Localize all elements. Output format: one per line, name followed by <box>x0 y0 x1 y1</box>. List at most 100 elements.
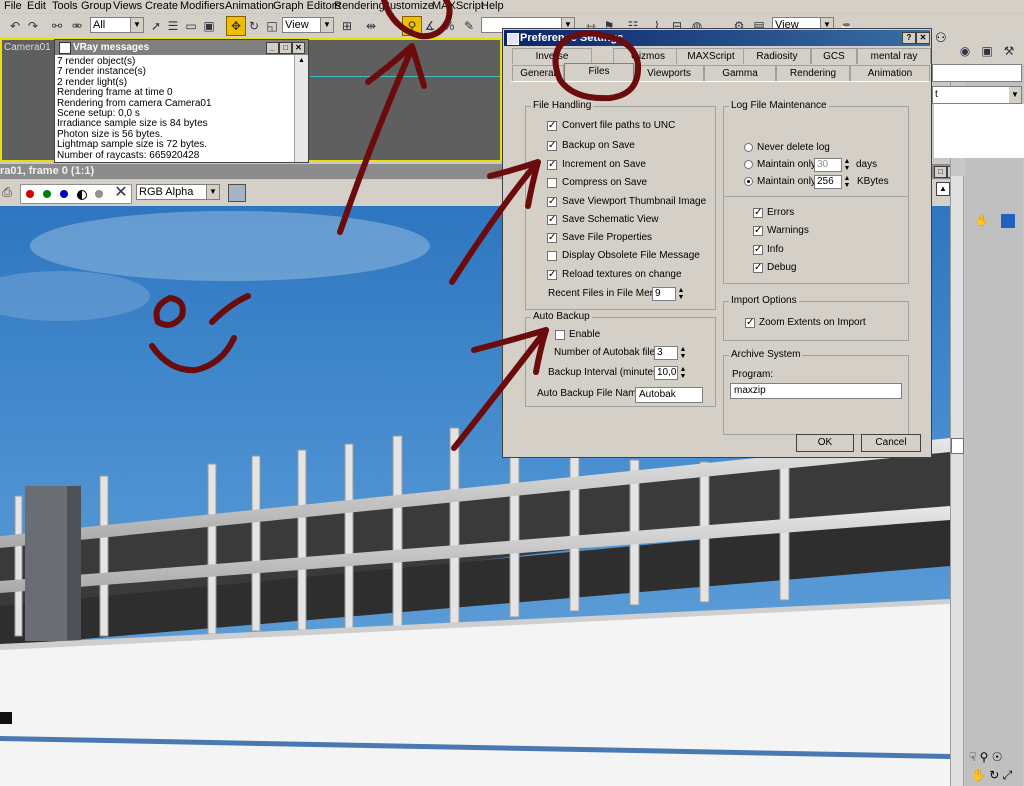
close-icon[interactable]: ✕ <box>916 32 930 44</box>
pivot-center-icon[interactable]: ⊞ <box>338 17 356 35</box>
help-icon[interactable]: ? <box>902 32 916 44</box>
select-object-icon[interactable]: ➚ <box>147 17 165 35</box>
autobak-files-spinner[interactable]: 3 <box>654 346 678 360</box>
tab-mental-ray[interactable]: mental ray <box>857 48 931 64</box>
backup-filename-field[interactable]: Autobak <box>635 387 703 403</box>
redo-icon[interactable]: ↷ <box>24 17 42 35</box>
menu-tools[interactable]: Tools <box>52 0 78 13</box>
print-icon[interactable]: ⎙ <box>0 183 16 201</box>
compress-on-save-checkbox[interactable] <box>547 178 557 188</box>
obsolete-message-checkbox[interactable] <box>547 251 557 261</box>
ok-button[interactable]: OK <box>796 434 854 452</box>
never-delete-radio[interactable] <box>744 143 753 152</box>
thumbnail-checkbox[interactable]: ✓ <box>547 197 557 207</box>
menu-edit[interactable]: Edit <box>27 0 46 13</box>
log-info-checkbox[interactable]: ✓ <box>753 245 763 255</box>
panel-scrollbar[interactable] <box>951 176 964 786</box>
viewport-label[interactable]: Camera01 <box>4 42 51 53</box>
minimize-icon[interactable]: _ <box>266 42 279 54</box>
menu-create[interactable]: Create <box>145 0 178 13</box>
tab-inverse-kinematics[interactable]: Inverse Kinematics <box>512 48 592 78</box>
tab-maxscript[interactable]: MAXScript <box>676 48 746 64</box>
recent-files-spinner[interactable]: 9 <box>652 287 676 301</box>
red-channel-icon[interactable] <box>26 190 34 198</box>
color-swatch[interactable] <box>228 184 246 202</box>
maximize-icon[interactable]: □ <box>279 42 292 54</box>
backup-on-save-checkbox[interactable]: ✓ <box>547 141 557 151</box>
nav-pan-icon[interactable]: ☟ ⚲ ☉ <box>969 750 1003 764</box>
tab-radiosity[interactable]: Radiosity <box>743 48 811 64</box>
close-icon[interactable]: ✕ <box>292 42 305 54</box>
selection-filter-dropdown[interactable]: All ▼ <box>90 17 144 33</box>
modifier-stack[interactable] <box>934 104 1024 158</box>
spinner-arrows-icon[interactable]: ▲ ▼ <box>679 366 687 380</box>
schematic-view-checkbox[interactable]: ✓ <box>547 215 557 225</box>
modify-panel-icon[interactable]: ⚇ <box>935 30 959 50</box>
days-spinner[interactable]: 30 <box>814 158 842 172</box>
zoom-extents-checkbox[interactable]: ✓ <box>745 318 755 328</box>
channel-dropdown[interactable]: RGB Alpha ▼ <box>136 184 220 200</box>
rotate-icon[interactable]: ↻ <box>245 17 263 35</box>
file-properties-checkbox[interactable]: ✓ <box>547 233 557 243</box>
log-errors-checkbox[interactable]: ✓ <box>753 208 763 218</box>
hand-icon[interactable]: ✋ <box>975 214 989 227</box>
unlink-icon[interactable]: ⚮ <box>68 17 86 35</box>
mono-channel-icon[interactable] <box>95 190 103 198</box>
alpha-channel-icon[interactable] <box>77 190 87 200</box>
increment-on-save-checkbox[interactable]: ✓ <box>547 160 557 170</box>
cancel-button[interactable]: Cancel <box>861 434 921 452</box>
nav-orbit-icon[interactable]: ✋ ↻ ⤢ <box>971 768 1012 783</box>
window-crossing-icon[interactable]: ▣ <box>200 17 218 35</box>
modifier-list-dropdown[interactable]: t ▼ <box>932 86 1022 104</box>
rect-selection-icon[interactable]: ▭ <box>182 17 200 35</box>
reference-coord-dropdown[interactable]: View ▼ <box>282 17 334 33</box>
tab-rendering[interactable]: Rendering <box>776 65 850 81</box>
spinner-arrows-icon[interactable]: ▲ ▼ <box>677 287 685 301</box>
menu-maxscript[interactable]: MAXScript <box>432 0 484 13</box>
archive-program-field[interactable]: maxzip <box>730 383 902 399</box>
menu-rendering[interactable]: Rendering <box>334 0 385 13</box>
menu-graph-editors[interactable]: Graph Editors <box>273 0 341 13</box>
angle-snap-icon[interactable]: ∡ <box>421 17 439 35</box>
edit-named-selection-icon[interactable]: ✎ <box>460 17 478 35</box>
snap-toggle-icon[interactable]: ⚲ <box>402 16 422 36</box>
scale-icon[interactable]: ◱ <box>263 17 281 35</box>
tab-animation[interactable]: Animation <box>850 65 930 81</box>
move-icon[interactable]: ✥ <box>226 16 246 36</box>
display-panel-icon[interactable]: ▣ <box>978 42 996 60</box>
maintain-days-radio[interactable] <box>744 160 753 169</box>
tab-gizmos[interactable]: Gizmos <box>613 48 683 64</box>
log-warnings-checkbox[interactable]: ✓ <box>753 226 763 236</box>
green-channel-icon[interactable] <box>43 190 51 198</box>
tab-gcs[interactable]: GCS <box>811 48 857 64</box>
backup-interval-spinner[interactable]: 10,0 <box>654 366 678 380</box>
object-name-field[interactable] <box>932 64 1022 82</box>
tab-gamma[interactable]: Gamma <box>704 65 776 81</box>
hammer-icon[interactable]: ⚒ <box>1000 42 1018 60</box>
undo-icon[interactable]: ↶ <box>6 17 24 35</box>
menu-file[interactable]: File <box>4 0 22 13</box>
blue-channel-icon[interactable] <box>60 190 68 198</box>
select-link-icon[interactable]: ⚯ <box>48 17 66 35</box>
tab-files[interactable]: Files <box>564 63 634 82</box>
autobackup-enable-checkbox[interactable] <box>555 330 565 340</box>
menu-help[interactable]: Help <box>481 0 504 13</box>
menu-modifiers[interactable]: Modifiers <box>180 0 225 13</box>
scroll-up-icon[interactable]: ▲ <box>295 55 308 67</box>
reload-textures-checkbox[interactable]: ✓ <box>547 270 557 280</box>
kb-spinner[interactable]: 256 <box>814 175 842 189</box>
percent-snap-icon[interactable]: % <box>440 17 458 35</box>
panel-tool-icon[interactable] <box>1001 214 1015 228</box>
spinner-arrows-icon[interactable]: ▲ ▼ <box>843 175 851 189</box>
scroll-thumb[interactable] <box>951 438 964 454</box>
maintain-kb-radio[interactable] <box>744 177 753 186</box>
menu-views[interactable]: Views <box>113 0 142 13</box>
select-by-name-icon[interactable]: ☰ <box>164 17 182 35</box>
mirror-icon[interactable]: ⇹ <box>362 17 380 35</box>
vray-scrollbar[interactable]: ▲ <box>294 55 308 162</box>
menu-animation[interactable]: Animation <box>225 0 274 13</box>
menu-customize[interactable]: Customize <box>382 0 434 13</box>
convert-unc-checkbox[interactable]: ✓ <box>547 121 557 131</box>
menu-group[interactable]: Group <box>81 0 112 13</box>
clear-icon[interactable]: ✕ <box>112 184 130 202</box>
